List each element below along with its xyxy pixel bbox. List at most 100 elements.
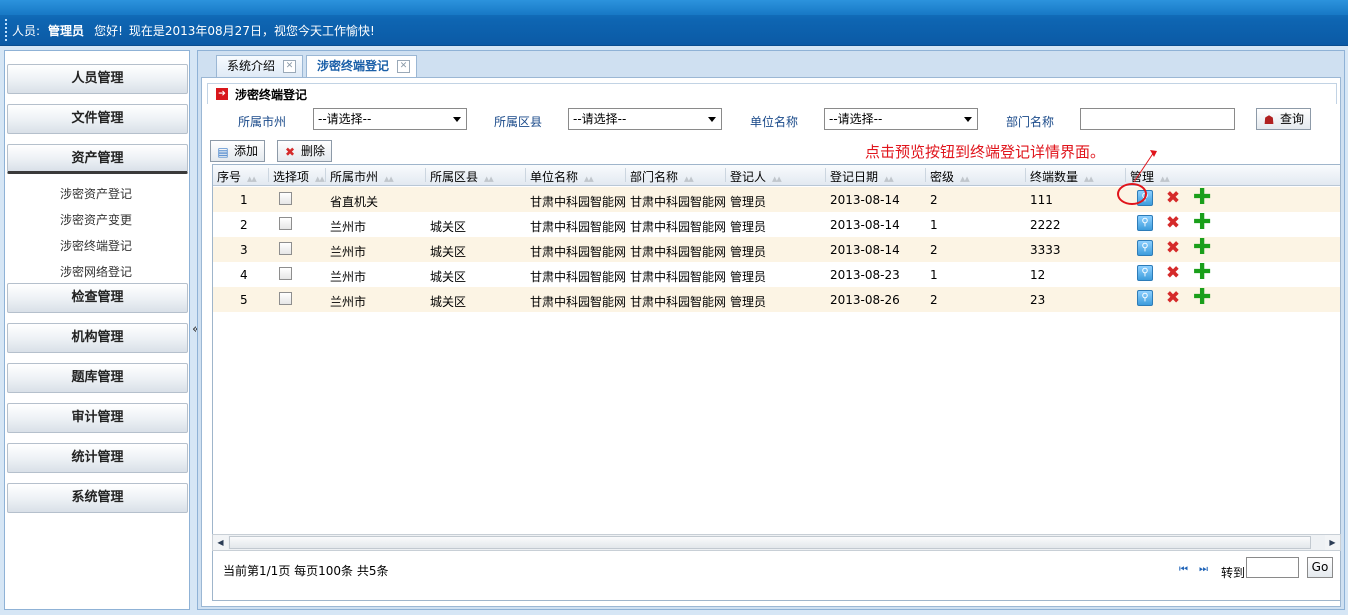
cell-unit: 甘肃中科园智能网 [530, 270, 627, 284]
cell-date: 2013-08-23 [830, 268, 900, 282]
col-header-city[interactable]: 所属市州 ▲▲ [330, 168, 394, 185]
preview-icon[interactable]: ⚲ [1137, 240, 1153, 256]
delete-row-icon[interactable]: ✖ [1165, 265, 1181, 282]
city-filter-label: 所属市州 [238, 115, 287, 129]
sidebar-item-inspection[interactable]: 检查管理 [7, 283, 188, 313]
cell-level: 2 [930, 243, 938, 257]
submenu-terminal-register[interactable]: 涉密终端登记 [5, 237, 187, 254]
col-header-dept[interactable]: 部门名称 ▲▲ [630, 168, 694, 185]
close-icon[interactable]: ✕ [283, 60, 297, 73]
dept-input[interactable] [1080, 108, 1235, 130]
user-name: 管理员 [48, 24, 85, 38]
table-row[interactable]: 3 兰州市 城关区 甘肃中科园智能网 甘肃中科园智能网 管理员 2013-08-… [213, 237, 1340, 262]
col-header-unit[interactable]: 单位名称 ▲▲ [530, 168, 594, 185]
cell-dept: 甘肃中科园智能网 [630, 195, 727, 209]
city-select[interactable]: --请选择-- [313, 108, 467, 130]
col-header-level[interactable]: 密级 ▲▲ [930, 168, 970, 185]
data-grid: 序号 ▲▲ 选择项 ▲▲ 所属市州 ▲▲ 所属区县 ▲▲ 单位名称 ▲▲ 部门名称 ▲▲ 登… [212, 164, 1341, 552]
preview-icon[interactable]: ⚲ [1137, 290, 1153, 306]
submenu-asset-register[interactable]: 涉密资产登记 [5, 185, 187, 202]
cell-unit: 甘肃中科园智能网 [530, 195, 627, 209]
col-header-date[interactable]: 登记日期 ▲▲ [830, 168, 894, 185]
col-header-district[interactable]: 所属区县 ▲▲ [430, 168, 494, 185]
submenu-network-register[interactable]: 涉密网络登记 [5, 263, 187, 280]
unit-select[interactable]: --请选择-- [824, 108, 978, 130]
delete-row-icon[interactable]: ✖ [1165, 290, 1181, 307]
scroll-left-icon[interactable]: ◀ [213, 535, 228, 550]
tab-terminal-register[interactable]: 涉密终端登记 ✕ [306, 55, 418, 78]
cell-registrar: 管理员 [730, 220, 767, 234]
table-row[interactable]: 5 兰州市 城关区 甘肃中科园智能网 甘肃中科园智能网 管理员 2013-08-… [213, 287, 1340, 312]
sidebar-item-question-bank[interactable]: 题库管理 [7, 363, 188, 393]
cell-registrar: 管理员 [730, 270, 767, 284]
cell-count: 23 [1030, 293, 1046, 307]
add-row-icon[interactable]: ✚ [1193, 237, 1211, 259]
district-select-value: --请选择-- [573, 112, 627, 126]
cell-city: 兰州市 [330, 270, 367, 284]
scroll-thumb[interactable] [229, 536, 1311, 549]
tab-label: 系统介绍 [227, 59, 276, 73]
sidebar-item-organization[interactable]: 机构管理 [7, 323, 188, 353]
city-select-value: --请选择-- [318, 112, 372, 126]
grip-handle [5, 19, 7, 41]
submenu-asset-change[interactable]: 涉密资产变更 [5, 211, 187, 228]
delete-row-icon[interactable]: ✖ [1165, 215, 1181, 232]
sidebar-item-system[interactable]: 系统管理 [7, 483, 188, 513]
dropdown-arrow-icon [708, 117, 716, 122]
delete-button[interactable]: ✖ 删除 [277, 140, 333, 162]
add-row-icon[interactable]: ✚ [1193, 212, 1211, 234]
go-button[interactable]: Go [1307, 557, 1333, 578]
delete-row-icon[interactable]: ✖ [1165, 240, 1181, 257]
first-page-icon[interactable]: ⏮ [1179, 564, 1188, 575]
table-row[interactable]: 1 省直机关 甘肃中科园智能网 甘肃中科园智能网 管理员 2013-08-14 … [213, 187, 1340, 212]
row-checkbox[interactable] [279, 192, 292, 205]
dropdown-arrow-icon [453, 117, 461, 122]
row-checkbox[interactable] [279, 242, 292, 255]
goto-page-input[interactable] [1246, 557, 1299, 578]
sidebar-item-files[interactable]: 文件管理 [7, 104, 188, 134]
row-checkbox[interactable] [279, 267, 292, 280]
arrow-icon: ➔ [216, 88, 228, 100]
cell-no: 3 [240, 243, 248, 257]
query-button[interactable]: ☗ 查询 [1256, 108, 1312, 130]
col-header-count[interactable]: 终端数量 ▲▲ [1030, 168, 1094, 185]
sidebar-item-audit[interactable]: 审计管理 [7, 403, 188, 433]
table-row[interactable]: 4 兰州市 城关区 甘肃中科园智能网 甘肃中科园智能网 管理员 2013-08-… [213, 262, 1340, 287]
cell-city: 兰州市 [330, 220, 367, 234]
col-header-no[interactable]: 序号 ▲▲ [217, 168, 257, 185]
preview-icon[interactable]: ⚲ [1137, 265, 1153, 281]
col-separator [1025, 168, 1026, 182]
horizontal-scrollbar[interactable]: ◀ ▶ [212, 534, 1341, 551]
cell-no: 2 [240, 218, 248, 232]
col-header-registrar[interactable]: 登记人 ▲▲ [730, 168, 782, 185]
cell-level: 2 [930, 293, 938, 307]
scroll-right-icon[interactable]: ▶ [1325, 535, 1340, 550]
row-checkbox[interactable] [279, 217, 292, 230]
preview-icon[interactable]: ⚲ [1137, 215, 1153, 231]
cell-no: 5 [240, 293, 248, 307]
cell-count: 3333 [1030, 243, 1061, 257]
delete-row-icon[interactable]: ✖ [1165, 190, 1181, 207]
close-icon[interactable]: ✕ [397, 60, 411, 73]
sidebar: 人员管理 文件管理 资产管理 涉密资产登记 涉密资产变更 涉密终端登记 涉密网络… [4, 50, 190, 610]
add-row-icon[interactable]: ✚ [1193, 262, 1211, 284]
cell-date: 2013-08-14 [830, 193, 900, 207]
add-button[interactable]: ▤ 添加 [210, 140, 266, 162]
col-separator [525, 168, 526, 182]
sidebar-item-personnel[interactable]: 人员管理 [7, 64, 188, 94]
tab-system-intro[interactable]: 系统介绍 ✕ [216, 55, 304, 77]
sidebar-item-assets[interactable]: 资产管理 [7, 144, 188, 174]
cell-level: 1 [930, 268, 938, 282]
add-row-icon[interactable]: ✚ [1193, 187, 1211, 209]
last-page-icon[interactable]: ⏭ [1199, 564, 1208, 575]
sidebar-item-statistics[interactable]: 统计管理 [7, 443, 188, 473]
cell-no: 4 [240, 268, 248, 282]
add-row-icon[interactable]: ✚ [1193, 287, 1211, 309]
col-header-select[interactable]: 选择项 ▲▲ [273, 168, 325, 185]
row-checkbox[interactable] [279, 292, 292, 305]
grid-header: 序号 ▲▲ 选择项 ▲▲ 所属市州 ▲▲ 所属区县 ▲▲ 单位名称 ▲▲ 部门名称 ▲▲ 登… [213, 165, 1340, 186]
district-select[interactable]: --请选择-- [568, 108, 722, 130]
annotation-note: 点击预览按钮到终端登记详情界面。 [865, 143, 1106, 161]
table-row[interactable]: 2 兰州市 城关区 甘肃中科园智能网 甘肃中科园智能网 管理员 2013-08-… [213, 212, 1340, 237]
col-separator [625, 168, 626, 182]
